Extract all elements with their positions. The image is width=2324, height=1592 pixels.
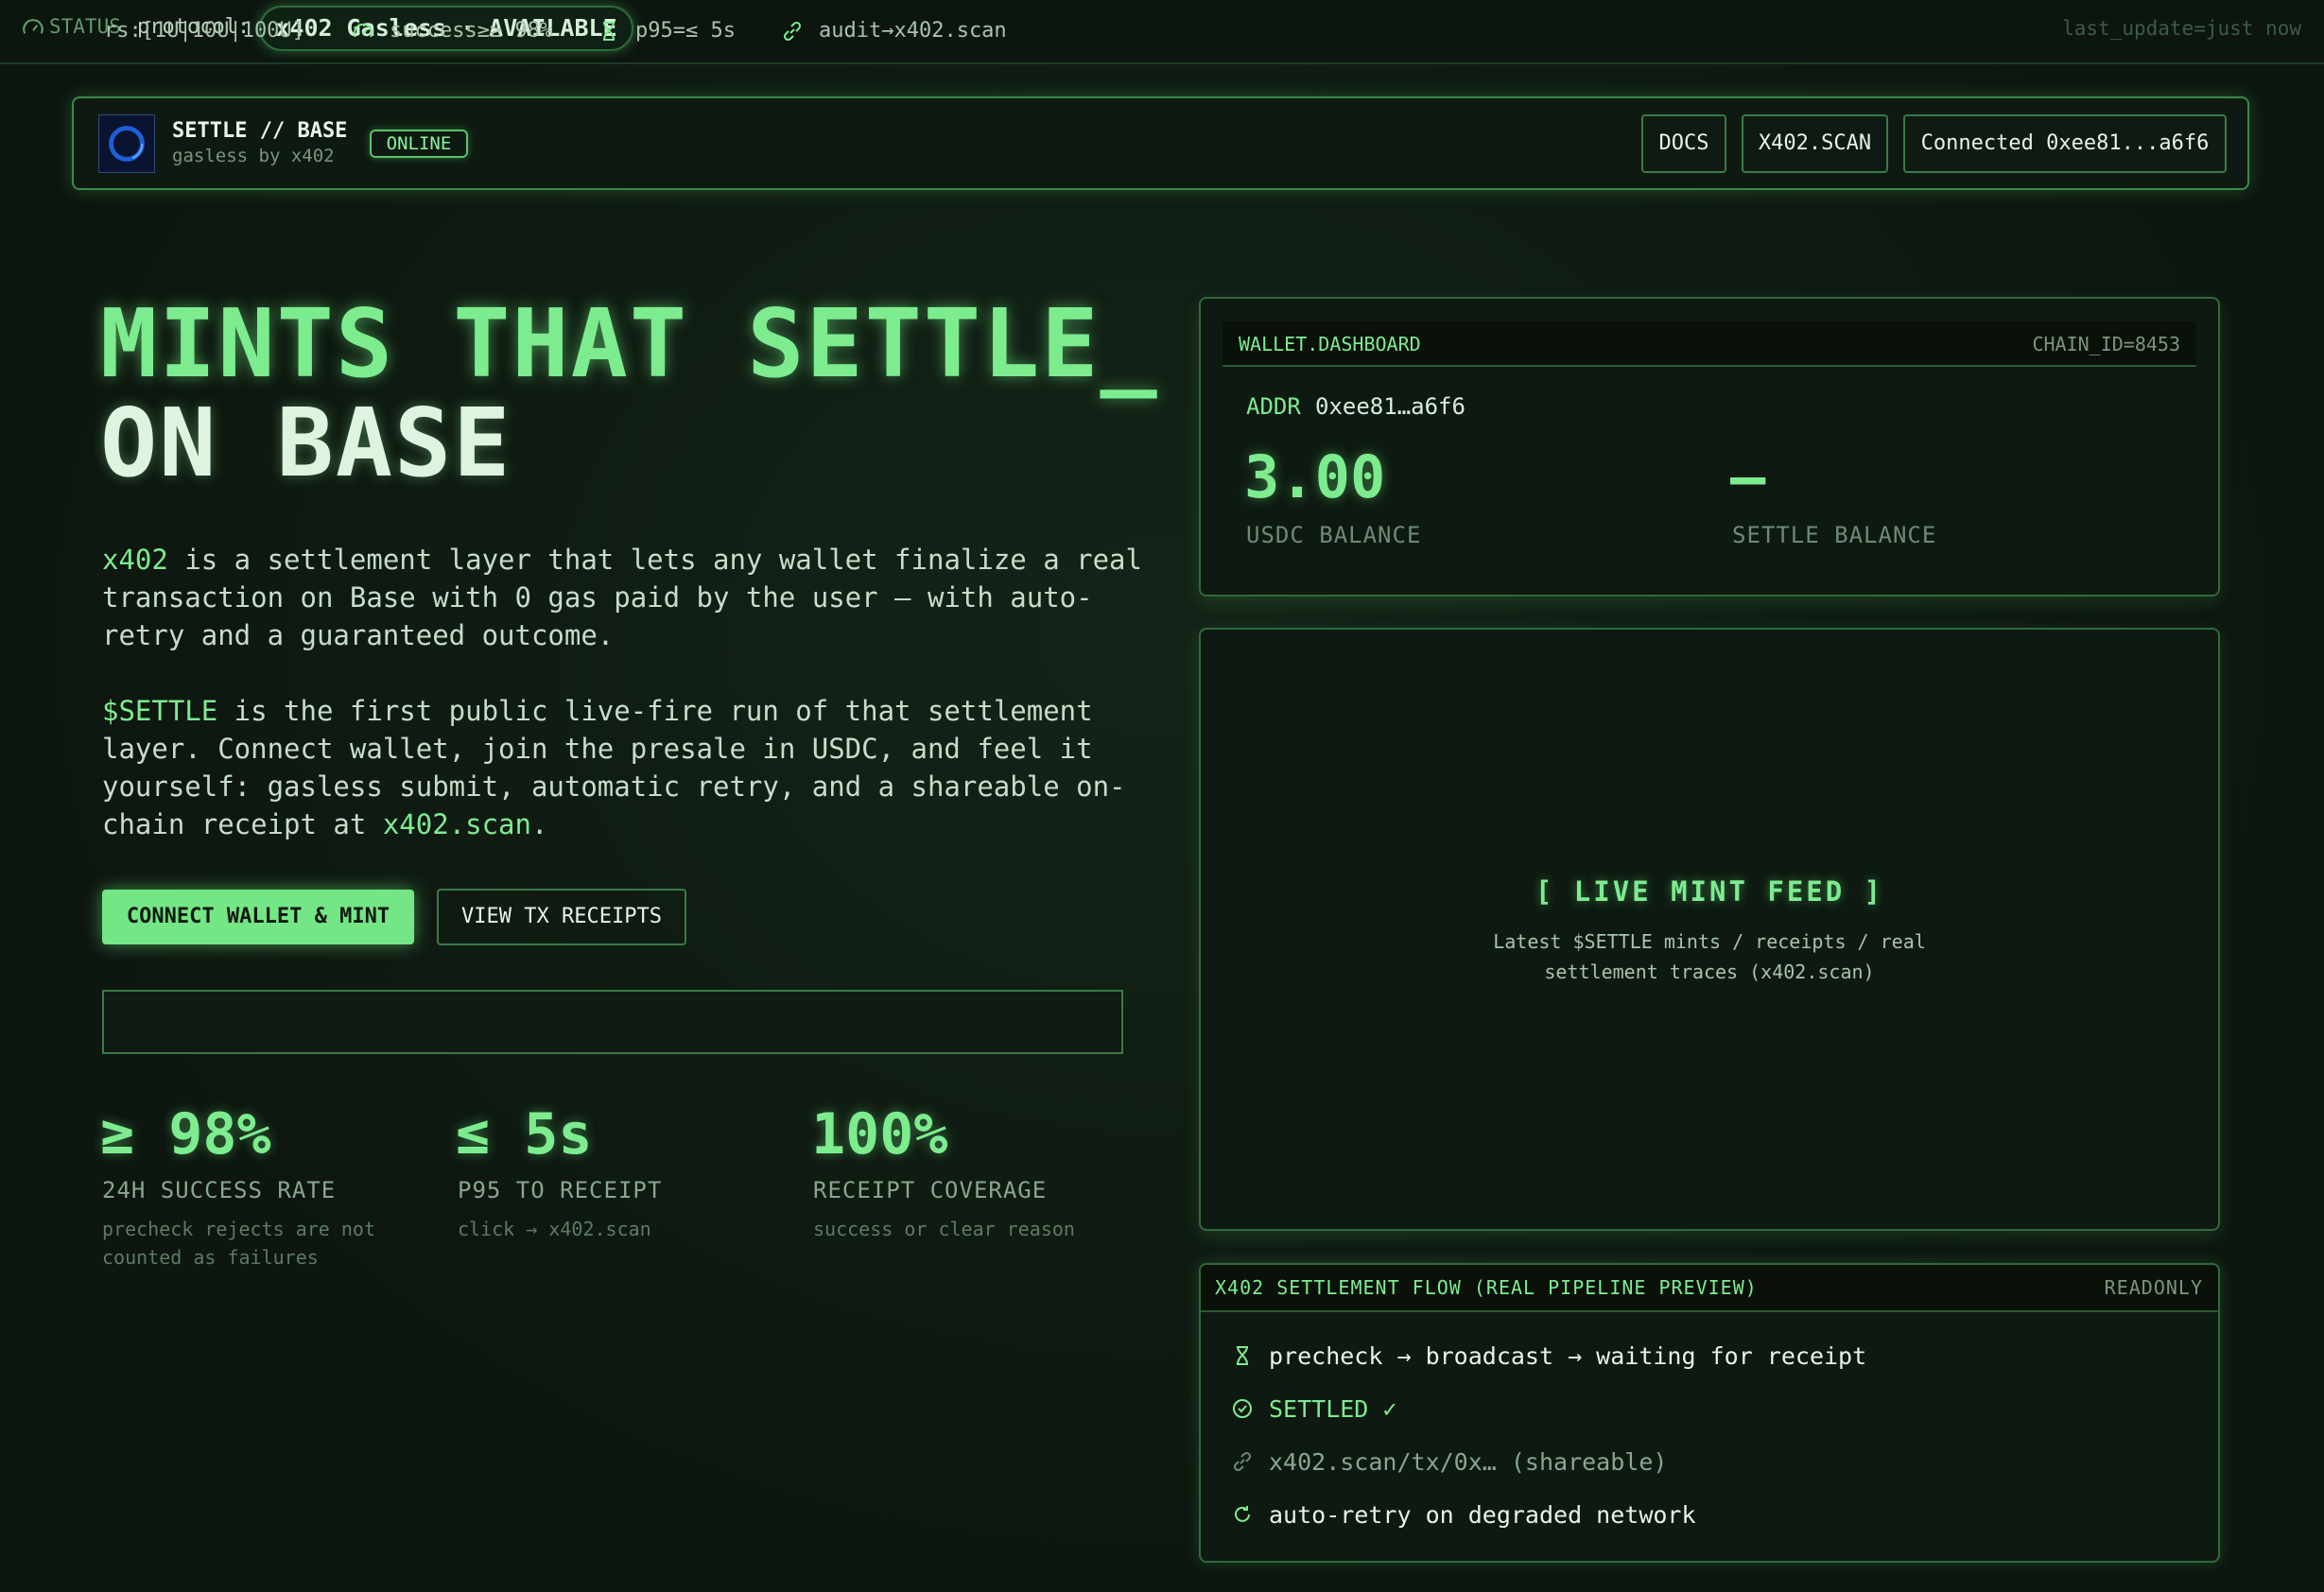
ticker-tiers: rs:[1U|10U|100U]: [104, 19, 304, 43]
gauge-icon: [354, 23, 373, 38]
stat-success-label: 24H SUCCESS RATE: [102, 1177, 337, 1203]
docs-button[interactable]: DOCS: [1641, 114, 1726, 173]
stat-p95-label: P95 TO RECEIPT: [458, 1177, 663, 1203]
stat-success-desc: precheck rejects are not counted as fail…: [102, 1218, 375, 1269]
address-value: 0xee81…a6f6: [1315, 393, 1466, 420]
wallet-dashboard-title: WALLET.DASHBOARD: [1239, 333, 1421, 355]
hourglass-icon: [603, 22, 615, 41]
stat-coverage-desc: success or clear reason: [813, 1218, 1075, 1240]
usdc-balance-value: 3.00: [1244, 442, 1386, 511]
live-mint-feed-description: Latest $SETTLE mints / receipts / real s…: [1493, 930, 1926, 983]
link-icon: [783, 21, 802, 42]
connected-wallet-button[interactable]: Connected 0xee81...a6f6: [1903, 114, 2227, 173]
ticker-success: success≥≥ 98%: [390, 19, 553, 43]
flow-step-pipeline: precheck → broadcast → waiting for recei…: [1269, 1342, 1867, 1370]
stat-p95-value: ≤ 5s: [456, 1101, 593, 1168]
flow-step-receipt-link[interactable]: x402.scan/tx/0x… (shareable): [1269, 1448, 1667, 1476]
flow-step-settled: SETTLED ✓: [1269, 1395, 1397, 1423]
hourglass-icon: [1237, 1346, 1248, 1365]
settle-token-highlight: $SETTLE: [102, 695, 218, 727]
flow-step-auto-retry: auto-retry on degraded network: [1269, 1501, 1696, 1529]
settlement-flow-title: X402 SETTLEMENT FLOW (REAL PIPELINE PREV…: [1215, 1276, 1758, 1299]
brand-title: SETTLE // BASE: [172, 119, 348, 143]
connect-wallet-mint-button[interactable]: CONNECT WALLET & MINT: [102, 890, 414, 944]
intro-text: is a settlement layer that lets any wall…: [102, 544, 1142, 651]
ticker-audit: audit→x402.scan: [819, 19, 1007, 43]
stat-success-value: ≥ 98%: [100, 1101, 271, 1168]
settle-paragraph: $SETTLE is the first public live-fire ru…: [102, 692, 1152, 843]
x402-highlight: x402: [102, 544, 168, 576]
hero-title-line1: MINTS THAT SETTLE_: [100, 288, 1159, 399]
chain-id: CHAIN_ID=8453: [2032, 333, 2180, 355]
link-icon: [1233, 1451, 1252, 1472]
brand-subtitle: gasless by x402: [172, 146, 335, 166]
ticker-p95: p95=≤ 5s: [635, 19, 736, 43]
live-mint-feed-title: [ LIVE MINT FEED ]: [1535, 875, 1884, 908]
stat-p95-desc: click → x402.scan: [458, 1218, 651, 1240]
intro-paragraph: x402 is a settlement layer that lets any…: [102, 541, 1152, 654]
x402-scan-button[interactable]: X402.SCAN: [1742, 114, 1888, 173]
hero-title-line2: ON BASE: [100, 388, 512, 498]
readonly-label: READONLY: [2104, 1276, 2203, 1299]
settle-text: is the first public live-fire run of tha…: [102, 695, 1126, 840]
stat-coverage-label: RECEIPT COVERAGE: [813, 1177, 1048, 1203]
stat-coverage-value: 100%: [811, 1101, 948, 1168]
refresh-icon: [1235, 1506, 1250, 1522]
gauge-icon: [23, 19, 43, 34]
logo[interactable]: [98, 114, 155, 173]
usdc-balance-label: USDC BALANCE: [1246, 522, 1422, 548]
check-circle-icon: [1233, 1399, 1252, 1418]
settle-text-end: .: [530, 808, 548, 840]
x402-scan-link[interactable]: x402.scan: [383, 808, 531, 840]
settle-balance-value: –: [1730, 442, 1766, 511]
view-tx-receipts-button[interactable]: VIEW TX RECEIPTS: [437, 889, 686, 945]
address-label: ADDR: [1246, 393, 1301, 420]
last-update-text: last_update=just now: [2062, 17, 2301, 40]
online-status-badge: ONLINE: [370, 130, 468, 158]
metrics-ticker: [102, 990, 1123, 1054]
settle-balance-label: SETTLE BALANCE: [1732, 522, 1937, 548]
